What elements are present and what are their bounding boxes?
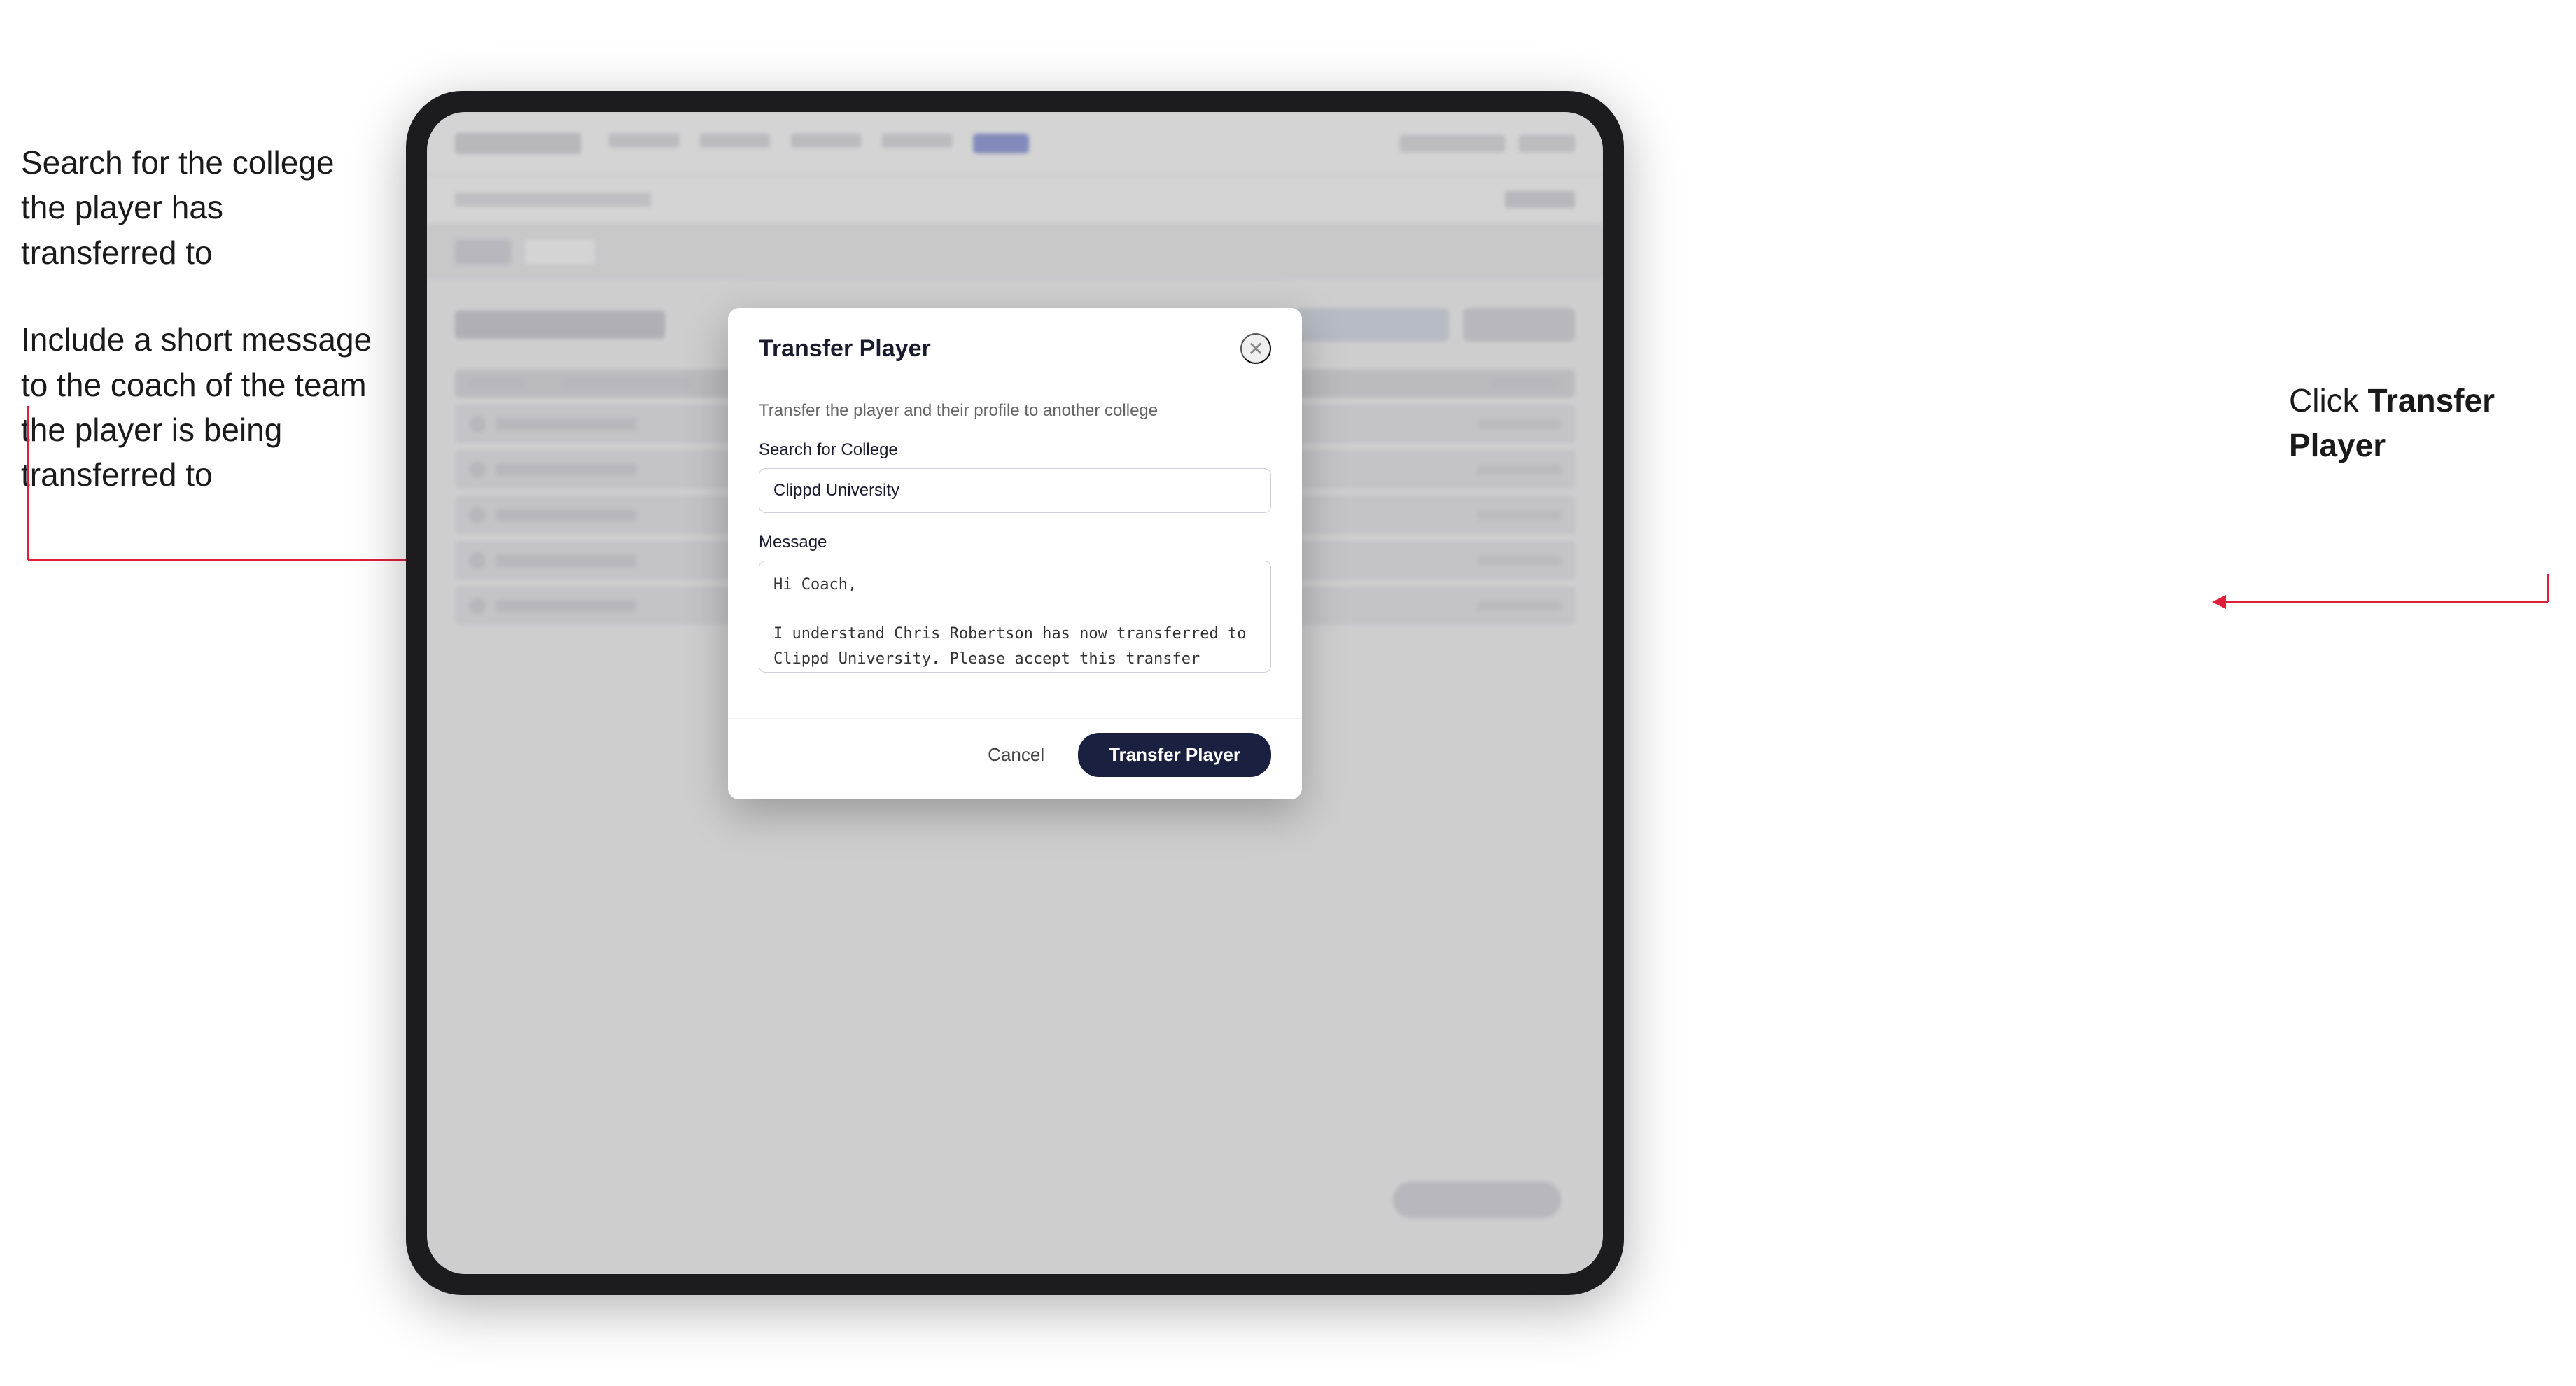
transfer-player-modal: Transfer Player ✕ Transfer the player an…	[728, 308, 1302, 799]
ipad-screen: Transfer Player ✕ Transfer the player an…	[427, 112, 1603, 1274]
modal-footer: Cancel Transfer Player	[728, 718, 1302, 799]
modal-body: Transfer the player and their profile to…	[728, 382, 1302, 718]
search-college-label: Search for College	[759, 440, 1271, 460]
modal-title: Transfer Player	[759, 335, 931, 363]
ipad-frame: Transfer Player ✕ Transfer the player an…	[406, 91, 1624, 1295]
annotation-left: Search for the college the player has tr…	[21, 140, 385, 540]
modal-overlay: Transfer Player ✕ Transfer the player an…	[427, 112, 1603, 1274]
search-college-input[interactable]	[759, 468, 1271, 513]
annotation-right-text: Click Transfer Player	[2289, 378, 2555, 468]
annotation-right: Click Transfer Player	[2289, 378, 2555, 468]
modal-header: Transfer Player ✕	[728, 308, 1302, 382]
annotation-message-text: Include a short message to the coach of …	[21, 317, 385, 498]
message-label: Message	[759, 533, 1271, 552]
modal-close-button[interactable]: ✕	[1240, 333, 1271, 364]
message-textarea[interactable]	[759, 561, 1271, 673]
cancel-button[interactable]: Cancel	[971, 734, 1061, 776]
transfer-player-button[interactable]: Transfer Player	[1078, 733, 1271, 777]
annotation-search-text: Search for the college the player has tr…	[21, 140, 385, 275]
right-arrow	[2205, 574, 2555, 630]
modal-subtitle: Transfer the player and their profile to…	[759, 401, 1271, 421]
